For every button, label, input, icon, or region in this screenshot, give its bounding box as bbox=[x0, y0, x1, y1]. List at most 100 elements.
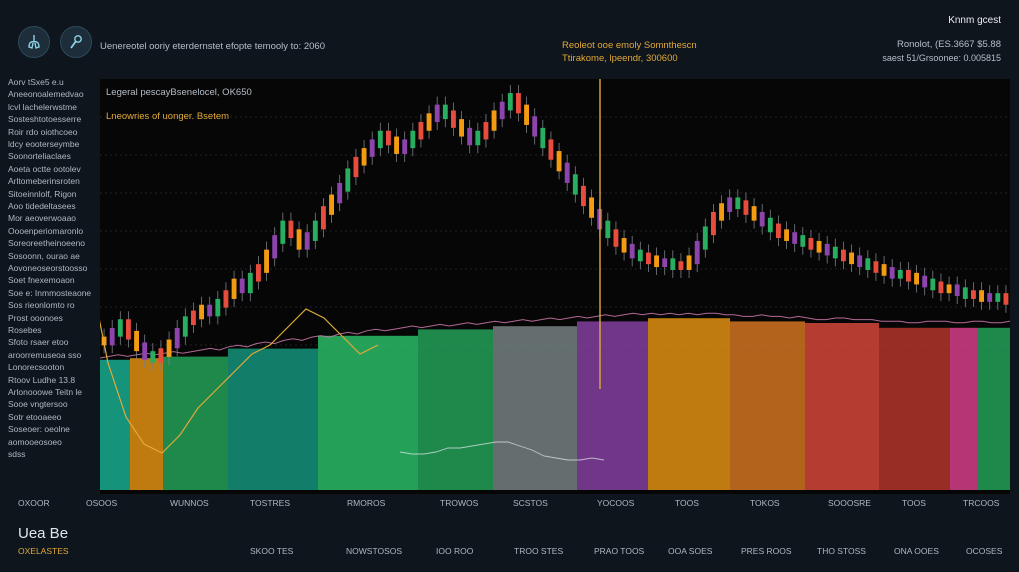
candle bbox=[621, 238, 627, 253]
candle bbox=[605, 220, 611, 239]
side-label: Oooenperiomaronlo bbox=[8, 225, 84, 236]
candle bbox=[418, 122, 424, 140]
candle bbox=[410, 130, 416, 149]
x-axis-label: WUNNOS bbox=[170, 498, 209, 508]
candle bbox=[321, 206, 326, 230]
candle bbox=[678, 261, 684, 270]
x-axis-label: TOOS bbox=[902, 498, 926, 508]
candle bbox=[922, 275, 928, 288]
bottom-label: ONA OOES bbox=[894, 546, 939, 556]
x-axis-label: TOOS bbox=[675, 498, 699, 508]
candle bbox=[816, 240, 822, 253]
side-label: aomooeosoeo bbox=[8, 436, 62, 447]
side-label: Aoo tidedeltasees bbox=[8, 201, 76, 211]
x-axis-label: RMOROS bbox=[347, 498, 386, 508]
candle bbox=[142, 342, 148, 360]
volume-band bbox=[100, 359, 130, 490]
side-label: Sosteshtotoesserre bbox=[8, 114, 82, 125]
bottom-title: Uea Be bbox=[18, 525, 69, 542]
candle bbox=[711, 211, 716, 236]
side-label: Mor aeoverwoaao bbox=[8, 213, 77, 224]
lungs-icon[interactable] bbox=[18, 26, 50, 58]
volume-band bbox=[493, 326, 577, 490]
x-axis-label: TOKOS bbox=[750, 498, 780, 508]
candle bbox=[158, 348, 164, 363]
candle bbox=[402, 139, 408, 154]
candle bbox=[735, 197, 741, 210]
wrench-icon[interactable] bbox=[60, 26, 92, 58]
candle bbox=[134, 330, 139, 352]
candle bbox=[288, 220, 294, 239]
side-label: Aneeonoalemedvao bbox=[8, 89, 84, 100]
volume-band bbox=[163, 356, 228, 490]
top-bar: Uenereotel ooriy eterdernstet efopte tem… bbox=[0, 0, 1019, 75]
candle bbox=[231, 278, 237, 299]
side-label: Sitoeinnlolf, Rigon bbox=[8, 188, 77, 199]
side-label: Rtoov Ludhe 13.8 bbox=[8, 374, 76, 385]
candle bbox=[483, 122, 489, 140]
candle bbox=[247, 272, 253, 294]
candle bbox=[572, 174, 578, 195]
candle bbox=[191, 310, 196, 326]
side-label: Soet fnexemoaon bbox=[8, 275, 75, 286]
candle bbox=[564, 162, 570, 183]
volume-band bbox=[318, 335, 418, 490]
volume-band bbox=[418, 329, 493, 490]
annotation-line2: Lneowries of uonger. Bsetem bbox=[106, 111, 229, 122]
candle bbox=[857, 255, 863, 268]
candle bbox=[670, 258, 676, 270]
candle bbox=[499, 101, 505, 120]
header-right-line1: Ronolot, (ES.3667 $5.88 bbox=[896, 39, 1001, 50]
side-label: lcvl lachelerwstme bbox=[8, 101, 77, 112]
candle bbox=[694, 240, 700, 265]
side-label: Arlonooowe Teitn le bbox=[8, 387, 83, 397]
candle bbox=[272, 235, 278, 259]
candle bbox=[109, 327, 115, 346]
candle bbox=[832, 246, 838, 259]
candle bbox=[995, 293, 1001, 302]
candle bbox=[280, 220, 286, 244]
bottom-label: OOA SOES bbox=[668, 546, 713, 556]
side-label: Prost ooonoes bbox=[8, 312, 63, 323]
candle bbox=[938, 281, 944, 294]
candle bbox=[629, 243, 635, 259]
annotation-line1: Legeral pescayBsenelocel, OK650 bbox=[106, 87, 252, 98]
candle bbox=[182, 316, 188, 337]
candle bbox=[889, 267, 895, 279]
candle bbox=[223, 290, 229, 308]
candle bbox=[897, 269, 903, 279]
header-subtitle: Uenereotel ooriy eterdernstet efopte tem… bbox=[100, 41, 325, 52]
candle bbox=[727, 197, 733, 212]
candle bbox=[312, 220, 318, 241]
side-label: Lonorecsooton bbox=[8, 362, 65, 373]
x-axis-label: SCSTOS bbox=[513, 498, 548, 508]
side-label: Sfoto rsaer etoo bbox=[8, 337, 69, 348]
candle bbox=[646, 252, 651, 265]
candle bbox=[556, 151, 562, 172]
side-label: ldcy eooterseymbe bbox=[8, 139, 80, 149]
volume-band bbox=[950, 327, 977, 490]
x-axis-label: OSOOS bbox=[86, 498, 118, 508]
x-axis-label: TOSTRES bbox=[250, 498, 290, 508]
candle bbox=[865, 258, 871, 270]
candle bbox=[776, 223, 781, 239]
side-label: Aorv tSxe5 e.u bbox=[8, 77, 64, 87]
candle bbox=[361, 148, 367, 166]
candle bbox=[467, 127, 473, 146]
candle bbox=[353, 156, 359, 178]
candle bbox=[150, 351, 156, 363]
side-label: Soreoreetheinoeeno bbox=[8, 238, 86, 249]
candle bbox=[386, 130, 391, 146]
candle bbox=[954, 284, 960, 297]
candle bbox=[784, 229, 789, 241]
candle bbox=[345, 168, 351, 192]
candle bbox=[589, 197, 594, 218]
candle bbox=[256, 264, 261, 282]
candle bbox=[369, 139, 375, 157]
bottom-label: PRAO TOOS bbox=[594, 546, 645, 556]
candle bbox=[207, 304, 213, 317]
candle bbox=[174, 327, 180, 349]
candle bbox=[792, 232, 798, 244]
x-axis-label: TRCOOS bbox=[963, 498, 1000, 508]
candle bbox=[434, 104, 440, 123]
